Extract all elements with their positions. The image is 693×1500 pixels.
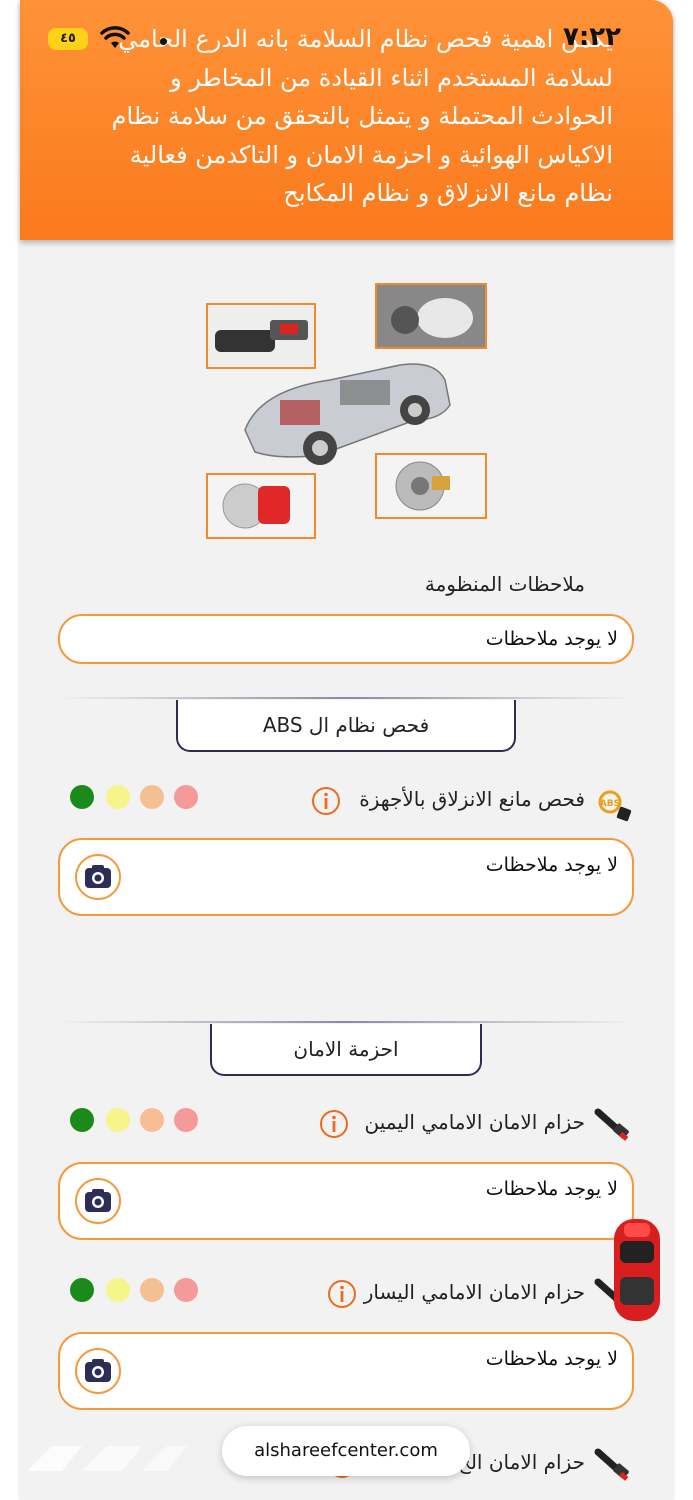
status-light-green[interactable]: [70, 785, 94, 809]
rear-belt-label: حزام الامان الخ: [457, 1450, 585, 1474]
front-left-belt-note-field[interactable]: لا يوجد ملاحظات: [58, 1332, 634, 1410]
airbag-thumbnail: [375, 283, 487, 349]
info-icon[interactable]: [327, 1279, 357, 1309]
system-notes-field[interactable]: لا يوجد ملاحظات: [58, 614, 634, 664]
front-right-belt-label: حزام الامان الامامي اليمين: [364, 1110, 585, 1134]
camera-icon[interactable]: [74, 1177, 122, 1225]
status-light-orange[interactable]: [140, 785, 164, 809]
info-icon[interactable]: [311, 786, 341, 816]
status-bar: ٧:٢٢ ٤٥: [0, 0, 693, 70]
hero-line: الحوادث المحتملة و يتمثل بالتحقق من سلام…: [111, 102, 613, 130]
wifi-icon: [100, 26, 130, 48]
battery-icon: ٤٥: [48, 28, 88, 50]
abs-check-label: فحص مانع الانزلاق بالأجهزة: [359, 787, 585, 811]
camera-icon[interactable]: [74, 1347, 122, 1395]
brake-caliper-thumbnail: [206, 473, 316, 539]
safety-systems-illustration: [206, 283, 487, 539]
status-light-red[interactable]: [174, 1278, 198, 1302]
brand-logo-watermark: [27, 1446, 187, 1471]
red-car-icon[interactable]: [610, 1215, 664, 1325]
signal-dot-icon: [160, 38, 167, 45]
section-divider: [60, 697, 632, 699]
status-light-yellow[interactable]: [106, 785, 130, 809]
status-light-red[interactable]: [174, 1108, 198, 1132]
status-light-yellow[interactable]: [106, 1108, 130, 1132]
status-lights: [70, 1278, 200, 1304]
system-notes-label: ملاحظات المنظومة: [424, 572, 585, 596]
seatbelt-icon: [594, 1448, 629, 1481]
seatbelt-icon: [594, 1108, 629, 1141]
status-lights: [70, 785, 200, 811]
camera-icon[interactable]: [74, 853, 122, 901]
hero-line: الاكياس الهوائية و احزمة الامان و التاكد…: [129, 140, 613, 169]
car-cutaway: [244, 363, 451, 465]
hero-line: نظام مانع الانزلاق و نظام المكابح: [283, 179, 613, 207]
section-tab-abs: فحص نظام ال ABS: [176, 700, 516, 752]
browser-url-bar[interactable]: alshareefcenter.com: [222, 1426, 470, 1476]
status-time: ٧:٢٢: [563, 22, 622, 52]
section-divider: [60, 1021, 632, 1023]
seatbelt-thumbnail: [206, 303, 316, 369]
status-light-orange[interactable]: [140, 1108, 164, 1132]
abs-note-value: لا يوجد ملاحظات: [485, 854, 618, 876]
status-light-red[interactable]: [174, 785, 198, 809]
svg-text:ABS: ABS: [600, 799, 620, 809]
front-left-belt-note-value: لا يوجد ملاحظات: [485, 1348, 618, 1370]
abs-note-field[interactable]: لا يوجد ملاحظات: [58, 838, 634, 916]
front-right-belt-note-field[interactable]: لا يوجد ملاحظات: [58, 1162, 634, 1240]
status-light-green[interactable]: [70, 1278, 94, 1302]
front-right-belt-note-value: لا يوجد ملاحظات: [485, 1178, 618, 1200]
status-lights: [70, 1108, 200, 1134]
section-tab-seatbelts: احزمة الامان: [210, 1024, 482, 1076]
info-icon[interactable]: [319, 1109, 349, 1139]
system-notes-value: لا يوجد ملاحظات: [485, 628, 618, 650]
abs-warning-icon: ABS: [598, 790, 632, 822]
front-left-belt-label: حزام الامان الامامي اليسار: [363, 1280, 585, 1304]
brake-disc-thumbnail: [375, 453, 487, 519]
status-light-orange[interactable]: [140, 1278, 164, 1302]
status-light-yellow[interactable]: [106, 1278, 130, 1302]
status-light-green[interactable]: [70, 1108, 94, 1132]
app-page: يكمن اهمية فحص نظام السلامة بانه الدرع ا…: [0, 0, 693, 1500]
